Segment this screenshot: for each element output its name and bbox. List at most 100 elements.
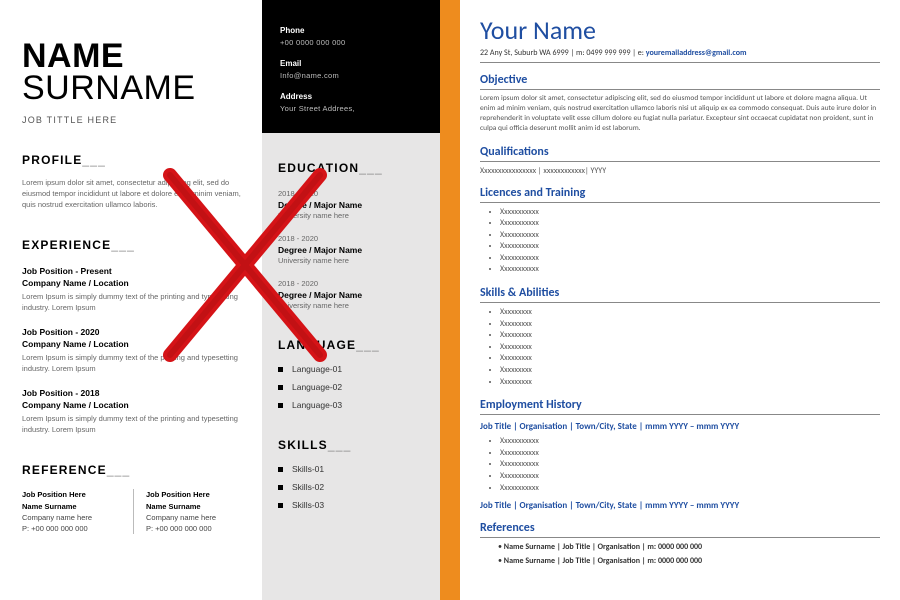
- resume-left-sidebar: Phone +00 0000 000 000 Email Info@name.c…: [262, 0, 440, 600]
- list-item: Xxxxxxxxxxx: [500, 264, 880, 276]
- job-line2: Company Name / Location: [22, 278, 244, 288]
- ref-phone: P: +00 000 000 000: [22, 523, 125, 534]
- address-label: Address: [280, 92, 422, 101]
- list-item: Language-02: [278, 382, 424, 392]
- references-heading: References: [480, 521, 880, 538]
- experience-item: Job Position - 2020 Company Name / Locat…: [22, 327, 244, 374]
- edu-years: 2018 - 2020: [278, 234, 424, 243]
- list-item: Xxxxxxxxxxx: [500, 218, 880, 230]
- qualifications-heading: Qualifications: [480, 145, 880, 162]
- objective-heading: Objective: [480, 73, 880, 90]
- list-item: Xxxxxxxxxxx: [500, 241, 880, 253]
- list-item: Xxxxxxxxx: [500, 365, 880, 377]
- edu-degree: Degree / Major Name: [278, 200, 424, 210]
- resume-left-main: NAME SURNAME JOB TITTLE HERE PROFILE___ …: [0, 0, 262, 600]
- job-line1: Job Position - Present: [22, 266, 244, 276]
- edu-years: 2018 - 2020: [278, 279, 424, 288]
- edu-university: University name here: [278, 301, 424, 310]
- job-line2: Company Name / Location: [22, 339, 244, 349]
- phone-label: Phone: [280, 26, 422, 35]
- list-item: Xxxxxxxxx: [500, 307, 880, 319]
- contact-box: Phone +00 0000 000 000 Email Info@name.c…: [262, 0, 440, 133]
- list-item: Xxxxxxxxx: [500, 319, 880, 331]
- language-list: Language-01 Language-02 Language-03: [278, 364, 424, 410]
- profile-text: Lorem ipsum dolor sit amet, consectetur …: [22, 177, 244, 211]
- job-line1: Job Position - 2020: [22, 327, 244, 337]
- ref-name: Name Surname: [22, 501, 125, 512]
- education-item: 2018 - 2020 Degree / Major Name Universi…: [278, 234, 424, 265]
- ref-company: Company name here: [22, 512, 125, 523]
- employment-job-header: Job Title | Organisation | Town/City, St…: [480, 421, 880, 432]
- education-item: 2018 - 2020 Degree / Major Name Universi…: [278, 279, 424, 310]
- email-label: Email: [280, 59, 422, 68]
- job-desc: Lorem Ipsum is simply dummy text of the …: [22, 414, 242, 435]
- list-item: Xxxxxxxxxxx: [500, 471, 880, 483]
- right-email: youremailaddress@gmail.com: [646, 48, 747, 58]
- reference-col: Job Position Here Name Surname Company n…: [133, 489, 244, 534]
- licences-heading: Licences and Training: [480, 186, 880, 203]
- list-item: Xxxxxxxxx: [500, 330, 880, 342]
- right-address-text: 22 Any St, Suburb WA 6999 | m: 0499 999 …: [480, 48, 646, 58]
- objective-text: Lorem ipsum dolor sit amet, consectetur …: [480, 94, 880, 135]
- reference-columns: Job Position Here Name Surname Company n…: [22, 489, 244, 534]
- list-item: Xxxxxxxxx: [500, 377, 880, 389]
- licences-list: Xxxxxxxxxxx Xxxxxxxxxxx Xxxxxxxxxxx Xxxx…: [500, 207, 880, 277]
- list-item: Xxxxxxxxxxx: [500, 253, 880, 265]
- experience-item: Job Position - Present Company Name / Lo…: [22, 266, 244, 313]
- ref-company: Company name here: [146, 512, 236, 523]
- experience-heading: EXPERIENCE___: [22, 238, 244, 252]
- list-item: Xxxxxxxxxxx: [500, 459, 880, 471]
- ref-position: Job Position Here: [146, 489, 236, 500]
- skills-heading: SKILLS___: [278, 438, 424, 452]
- employment-bullets: Xxxxxxxxxxx Xxxxxxxxxxx Xxxxxxxxxxx Xxxx…: [500, 436, 880, 494]
- list-item: Xxxxxxxxxxx: [500, 230, 880, 242]
- reference-line: • Name Surname | Job Title | Organisatio…: [498, 542, 880, 552]
- list-item: Skills-03: [278, 500, 424, 510]
- resume-left: NAME SURNAME JOB TITTLE HERE PROFILE___ …: [0, 0, 440, 600]
- employment-job-header: Job Title | Organisation | Town/City, St…: [480, 500, 880, 511]
- divider-bar: [440, 0, 460, 600]
- list-item: Xxxxxxxxx: [500, 353, 880, 365]
- resume-right: Your Name 22 Any St, Suburb WA 6999 | m:…: [460, 0, 900, 600]
- experience-item: Job Position - 2018 Company Name / Locat…: [22, 388, 244, 435]
- list-item: Xxxxxxxxxxx: [500, 207, 880, 219]
- profile-heading: PROFILE___: [22, 153, 244, 167]
- list-item: Skills-02: [278, 482, 424, 492]
- edu-years: 2018 - 2020: [278, 189, 424, 198]
- ref-position: Job Position Here: [22, 489, 125, 500]
- address-value: Your Street Addrees,: [280, 104, 422, 113]
- education-block: EDUCATION___ 2018 - 2020 Degree / Major …: [262, 133, 440, 510]
- reference-heading: REFERENCE___: [22, 463, 244, 477]
- ref-phone: P: +00 000 000 000: [146, 523, 236, 534]
- language-heading: LANGUAGE___: [278, 338, 424, 352]
- name-first: NAME: [22, 40, 244, 72]
- list-item: Xxxxxxxxxxx: [500, 483, 880, 495]
- skills-list: Skills-01 Skills-02 Skills-03: [278, 464, 424, 510]
- list-item: Xxxxxxxxxxx: [500, 448, 880, 460]
- edu-university: University name here: [278, 256, 424, 265]
- skills-abilities-list: Xxxxxxxxx Xxxxxxxxx Xxxxxxxxx Xxxxxxxxx …: [500, 307, 880, 388]
- list-item: Language-03: [278, 400, 424, 410]
- job-desc: Lorem Ipsum is simply dummy text of the …: [22, 353, 242, 374]
- job-desc: Lorem Ipsum is simply dummy text of the …: [22, 292, 242, 313]
- job-line2: Company Name / Location: [22, 400, 244, 410]
- list-item: Skills-01: [278, 464, 424, 474]
- email-value: Info@name.com: [280, 71, 422, 80]
- qualifications-line: Xxxxxxxxxxxxxxxx | xxxxxxxxxxxx| YYYY: [480, 166, 880, 176]
- list-item: Xxxxxxxxxxx: [500, 436, 880, 448]
- job-title: JOB TITTLE HERE: [22, 115, 244, 125]
- edu-degree: Degree / Major Name: [278, 245, 424, 255]
- education-item: 2018 - 2020 Degree / Major Name Universi…: [278, 189, 424, 220]
- reference-col: Job Position Here Name Surname Company n…: [22, 489, 133, 534]
- employment-heading: Employment History: [480, 398, 880, 415]
- education-heading: EDUCATION___: [278, 161, 424, 175]
- job-line1: Job Position - 2018: [22, 388, 244, 398]
- edu-university: University name here: [278, 211, 424, 220]
- list-item: Language-01: [278, 364, 424, 374]
- edu-degree: Degree / Major Name: [278, 290, 424, 300]
- skills-abilities-heading: Skills & Abilities: [480, 286, 880, 303]
- reference-line: • Name Surname | Job Title | Organisatio…: [498, 556, 880, 566]
- right-address-line: 22 Any St, Suburb WA 6999 | m: 0499 999 …: [480, 48, 880, 63]
- ref-name: Name Surname: [146, 501, 236, 512]
- right-name: Your Name: [480, 14, 880, 46]
